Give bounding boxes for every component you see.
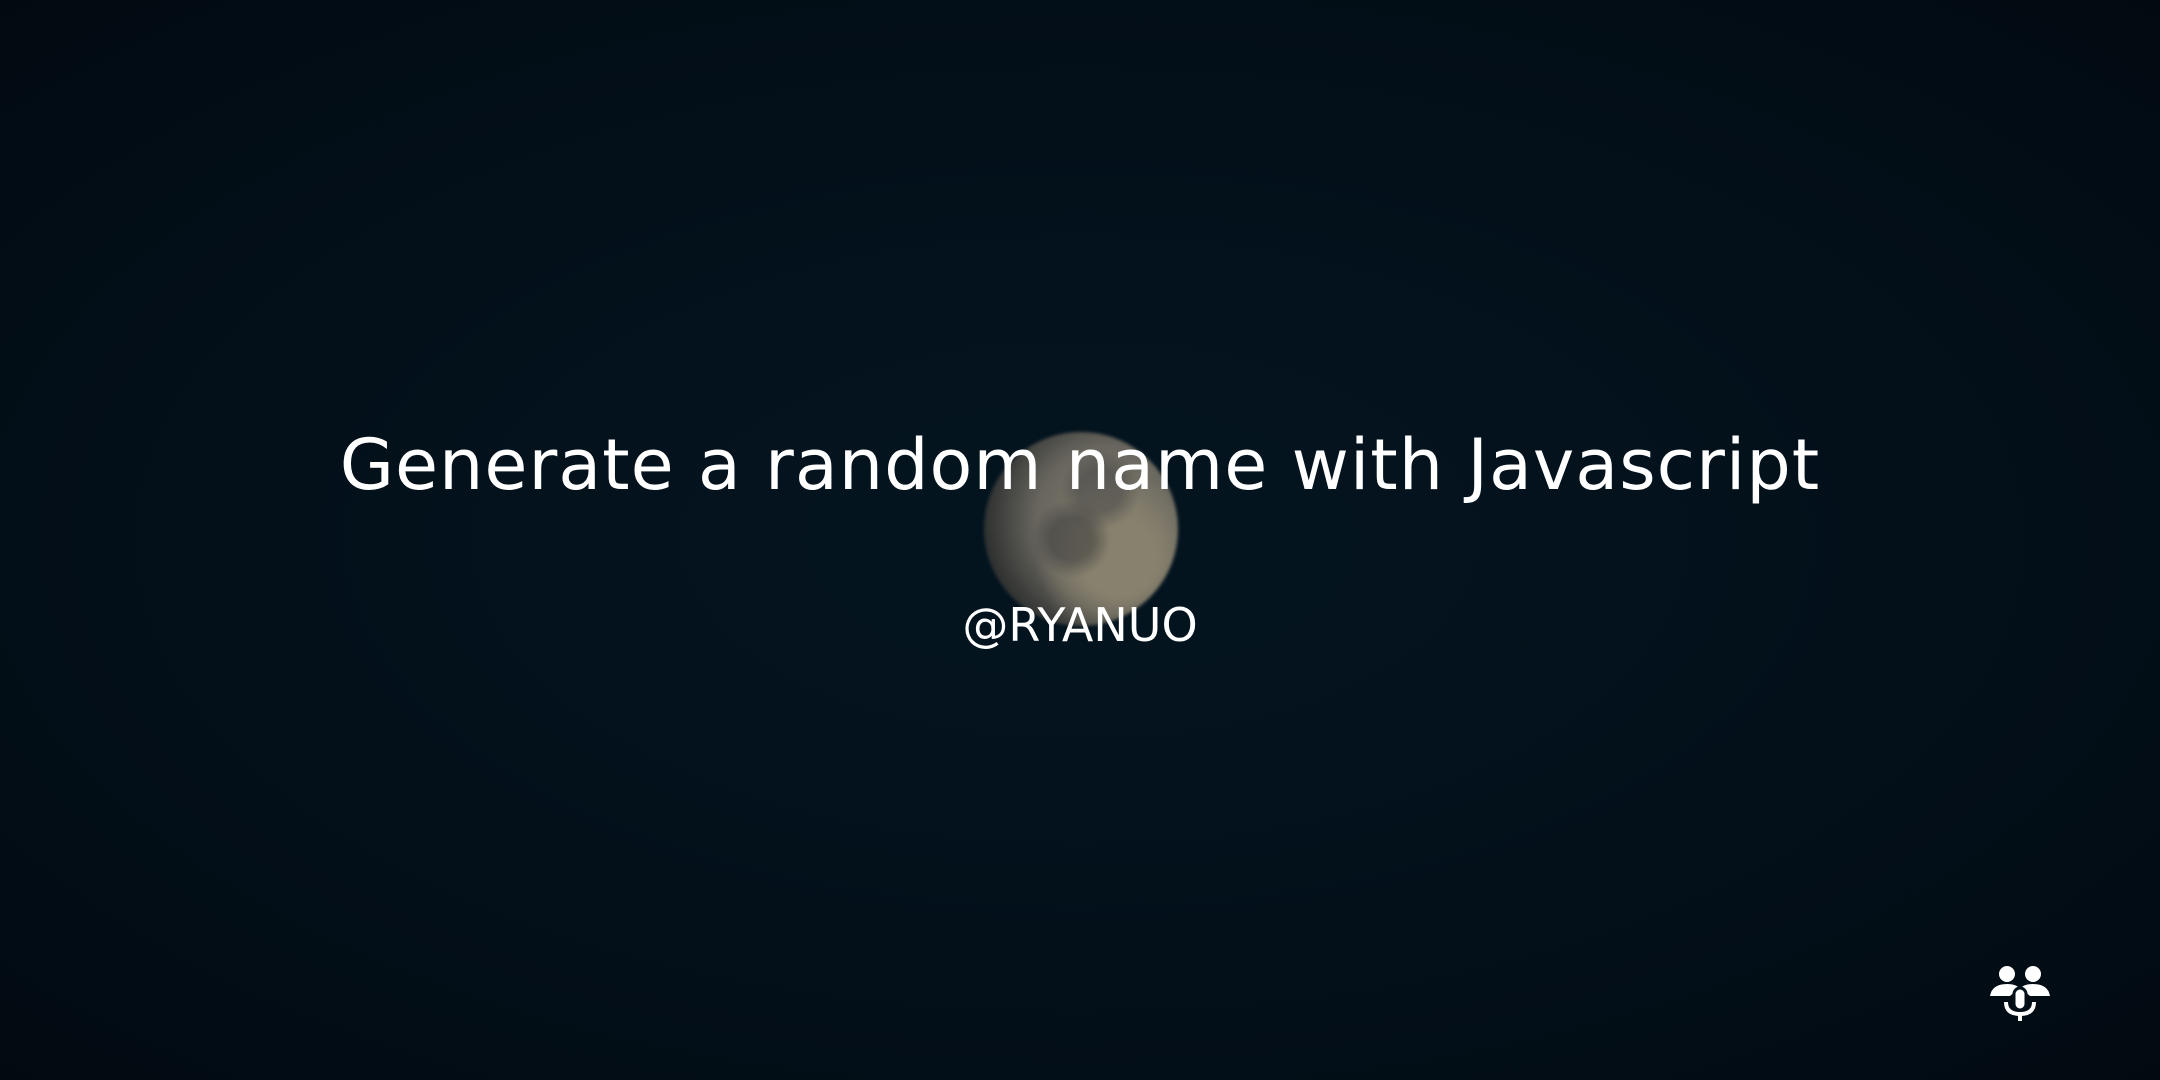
people-microphone-icon[interactable]	[1988, 964, 2052, 1022]
page-title: Generate a random name with Javascript	[339, 424, 1821, 506]
author-handle: @RYANUO	[962, 598, 1198, 652]
